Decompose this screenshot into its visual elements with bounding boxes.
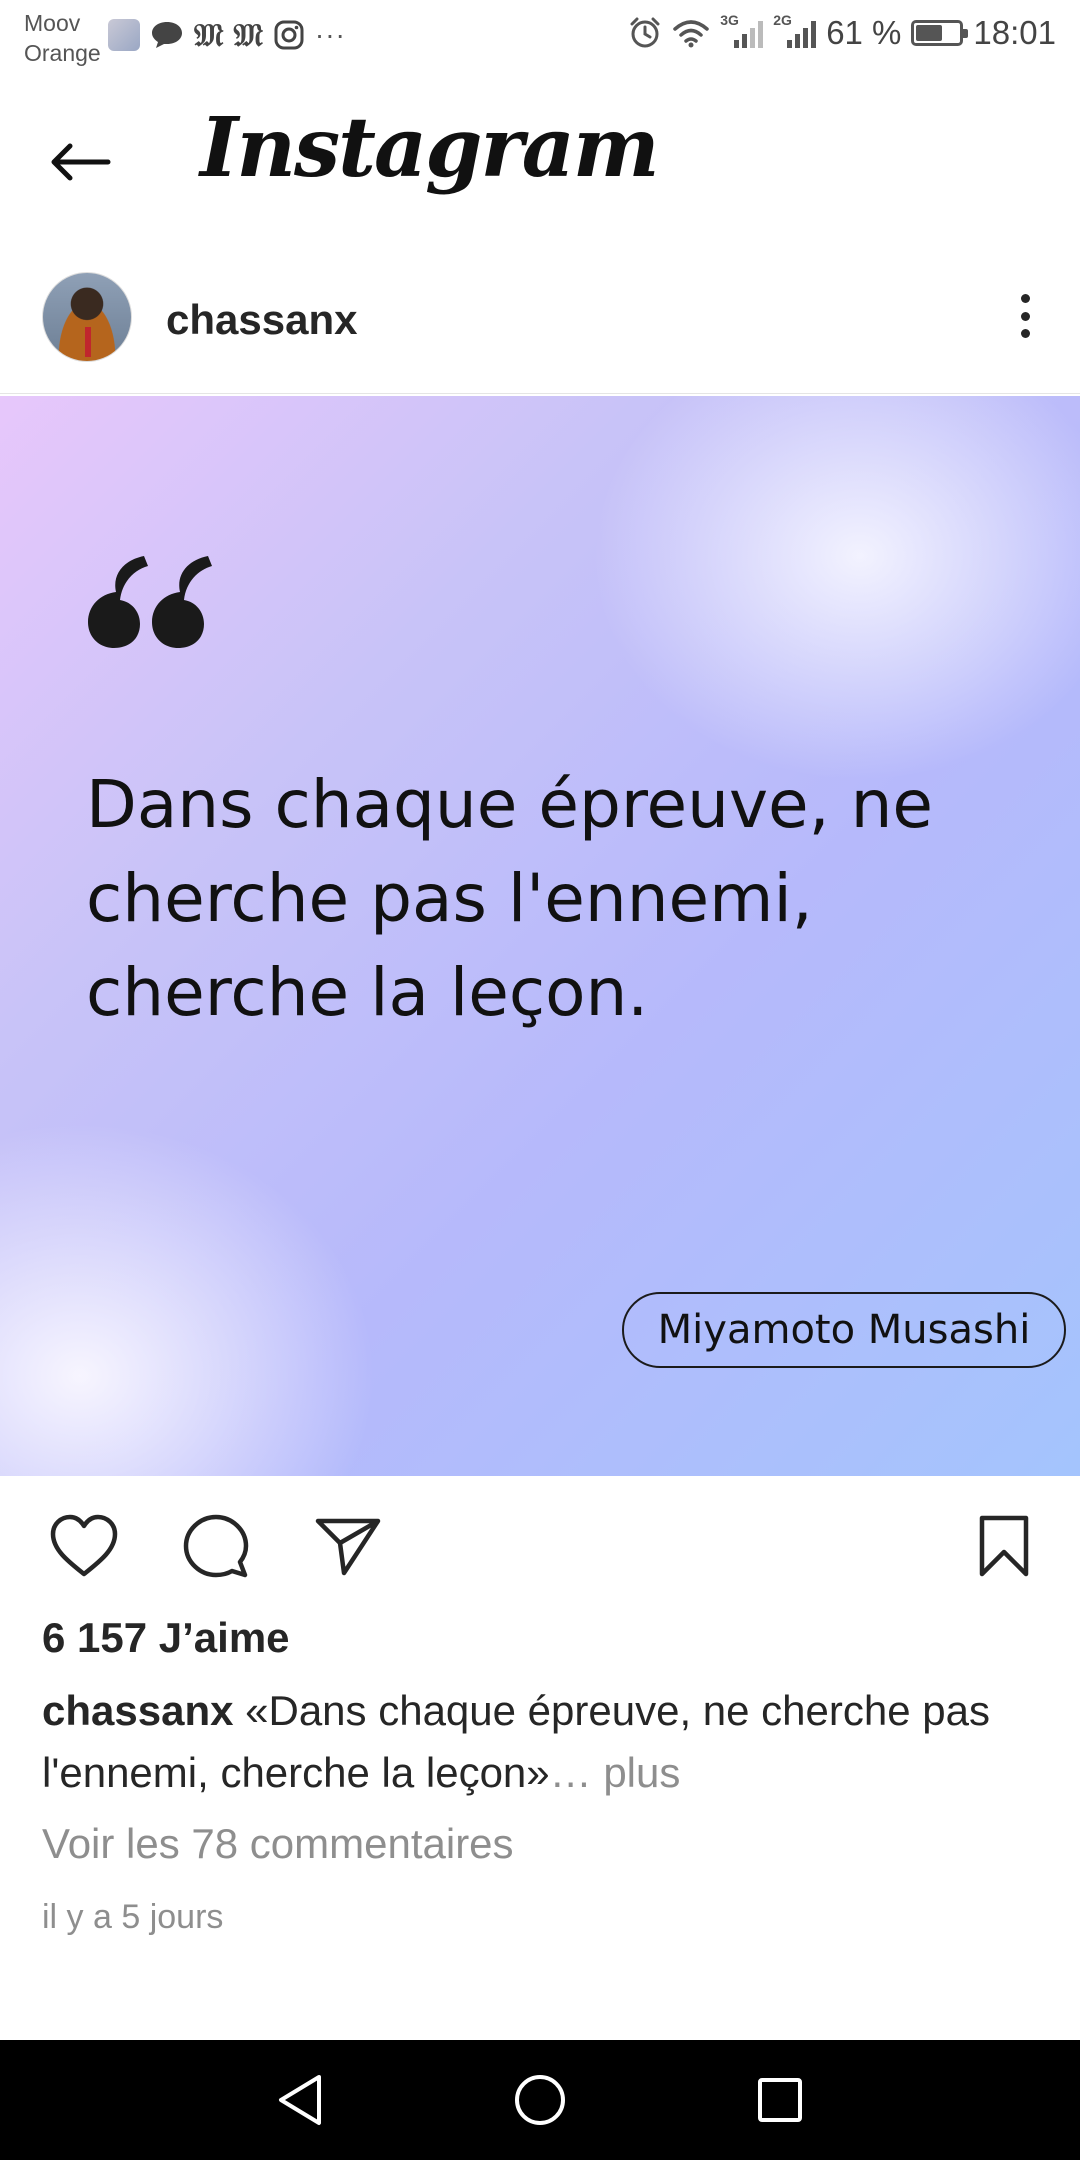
share-button[interactable]	[310, 1508, 386, 1584]
save-button[interactable]	[966, 1508, 1042, 1584]
network-tag-2g: 2G	[773, 12, 792, 28]
wifi-icon	[673, 20, 709, 48]
nav-recent-button[interactable]	[740, 2060, 820, 2140]
post-header: chassanx	[0, 268, 1080, 394]
heart-icon	[50, 1514, 118, 1577]
system-status: 3G 2G 61 % 18:01	[628, 12, 1056, 52]
more-notifications-icon: ···	[314, 19, 346, 50]
caption-username[interactable]: chassanx	[42, 1687, 233, 1734]
notification-icons: 𝔐 𝔐 ···	[108, 18, 346, 52]
nav-back-button[interactable]	[260, 2060, 340, 2140]
app-logo: Instagram	[200, 100, 660, 196]
more-options-icon[interactable]	[1000, 286, 1050, 346]
message-icon	[152, 22, 182, 48]
status-bar: Moov Orange 𝔐 𝔐 ··· 3G 2G 61 % 18:01	[0, 0, 1080, 72]
alarm-icon	[630, 17, 660, 48]
nav-recent-icon	[758, 2078, 802, 2122]
carrier-line-2: Orange	[24, 40, 101, 66]
nav-home-button[interactable]	[500, 2060, 580, 2140]
author-label: Miyamoto Musashi	[622, 1292, 1066, 1368]
quote-text: Dans chaque épreuve, ne cherche pas l'en…	[86, 766, 934, 1031]
app-notification-icon	[108, 19, 140, 51]
network-tag-3g: 3G	[720, 12, 739, 28]
back-arrow-icon	[51, 143, 111, 181]
quote-icon	[88, 556, 212, 648]
clock: 18:01	[973, 14, 1056, 51]
news-app-icon-2: 𝔐	[233, 16, 263, 54]
signal-3g-icon: 3G	[720, 12, 764, 48]
post-image[interactable]: Dans chaque épreuve, ne cherche pas l'en…	[0, 396, 1080, 1476]
carrier-label: Moov Orange	[24, 8, 101, 68]
likes-count[interactable]: 6 157 J’aime	[42, 1614, 290, 1662]
comment-icon	[183, 1514, 249, 1578]
back-button[interactable]	[44, 126, 116, 198]
share-icon	[315, 1518, 381, 1576]
caption-more-link[interactable]: … plus	[550, 1749, 681, 1796]
comment-button[interactable]	[178, 1508, 254, 1584]
battery-fill	[916, 25, 943, 41]
like-button[interactable]	[46, 1508, 122, 1584]
post-caption: chassanx «Dans chaque épreuve, ne cherch…	[42, 1680, 1042, 1804]
signal-2g-icon: 2G	[773, 12, 817, 48]
post-timestamp: il y a 5 jours	[42, 1898, 224, 1936]
app-header: Instagram	[0, 80, 1080, 240]
action-bar	[0, 1490, 1080, 1600]
avatar[interactable]	[42, 272, 132, 362]
nav-back-icon	[279, 2075, 321, 2125]
bookmark-icon	[979, 1515, 1029, 1577]
news-app-icon: 𝔐	[194, 16, 224, 54]
nav-home-icon	[515, 2075, 565, 2125]
system-nav-bar	[0, 2040, 1080, 2160]
battery-percent: 61 %	[826, 14, 902, 51]
post-username[interactable]: chassanx	[166, 296, 357, 344]
instagram-notification-icon	[274, 20, 304, 50]
carrier-line-1: Moov	[24, 10, 81, 36]
view-comments-link[interactable]: Voir les 78 commentaires	[42, 1820, 514, 1868]
battery-icon	[911, 20, 969, 46]
